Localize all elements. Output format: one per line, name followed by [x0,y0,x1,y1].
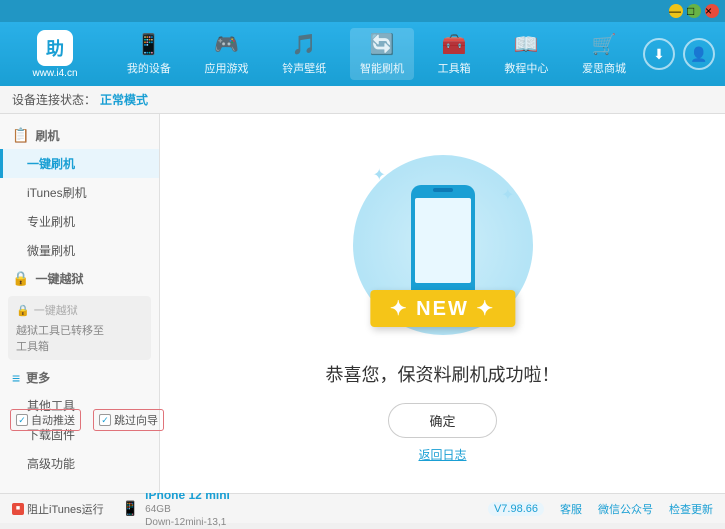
section-icon-more: ≡ [12,370,20,386]
checkbox-box-auto-push: ✓ [16,414,28,426]
circle-background: ✦ ✦ ✦ ✦ NEW ✦ [353,155,533,335]
sidebar-item-pro-flash[interactable]: 专业刷机 [0,207,159,236]
nav-label-store: 爱思商城 [582,60,626,76]
nav-right: ⬇ 👤 [643,38,715,70]
itunes-stop-label: 阻止iTunes运行 [27,501,104,517]
logo-icon: 助 [37,30,73,66]
sidebar-item-itunes-flash[interactable]: iTunes刷机 [0,178,159,207]
wechat-link[interactable]: 微信公众号 [598,501,653,517]
content-area: ✦ ✦ ✦ ✦ NEW ✦ 恭喜您，保资料刷机成功啦！ 确定 返回日志 [160,114,725,493]
check-update-link[interactable]: 检查更新 [669,501,713,517]
nav-item-smart-flash[interactable]: 🔄 智能刷机 [350,28,414,80]
sidebar-item-one-click-flash[interactable]: 一键刷机 [0,149,159,178]
confirm-button[interactable]: 确定 [388,403,496,438]
titlebar: — □ × [0,0,725,22]
status-label: 设备连接状态： [12,91,96,108]
nav-item-apps[interactable]: 🎮 应用游戏 [195,28,259,80]
close-button[interactable]: × [705,4,719,18]
nav-item-store[interactable]: 🛒 爱思商城 [572,28,636,80]
download-button[interactable]: ⬇ [643,38,675,70]
sidebar-item-advanced[interactable]: 高级功能 [0,449,159,478]
support-link[interactable]: 客服 [560,501,582,517]
sidebar: 📋刷机一键刷机iTunes刷机专业刷机微量刷机🔒一键越狱 🔒一键越狱 越狱工具已… [0,114,160,493]
statusbar: 设备连接状态： 正常模式 [0,86,725,114]
sidebar-section-flash: 📋刷机 [0,122,159,149]
nav-label-apps: 应用游戏 [205,60,249,76]
nav-icon-tutorial: 📖 [514,32,539,57]
nav-icon-my-device: 📱 [136,32,161,57]
lock-icon: 🔒 [16,304,30,317]
maximize-button[interactable]: □ [687,4,701,18]
main-layout: 📋刷机一键刷机iTunes刷机专业刷机微量刷机🔒一键越狱 🔒一键越狱 越狱工具已… [0,114,725,493]
device-storage: 64GB [145,503,230,516]
version-badge: V7.98.66 [488,502,544,516]
bottombar: ■ 阻止iTunes运行 📱 iPhone 12 mini 64GB Down-… [0,493,725,523]
sparkle-2: ✦ [501,185,514,205]
nav-icon-ringtone: 🎵 [292,32,317,57]
nav-icon-store: 🛒 [592,32,617,57]
nav-icon-apps: 🎮 [214,32,239,57]
nav-icon-toolbox: 🧰 [442,32,467,57]
status-value: 正常模式 [100,91,148,108]
nav-label-smart-flash: 智能刷机 [360,60,404,76]
logo: 助 www.i4.cn [10,30,100,79]
nav-item-my-device[interactable]: 📱 我的设备 [117,28,181,80]
sidebar-locked-jailbreak: 🔒一键越狱 越狱工具已转移至工具箱 [8,296,151,360]
stop-icon: ■ [12,503,24,515]
nav-item-ringtone[interactable]: 🎵 铃声壁纸 [272,28,336,80]
nav-icon-smart-flash: 🔄 [370,32,395,57]
success-text: 恭喜您，保资料刷机成功啦！ [326,361,560,387]
sparkle-1: ✦ [373,165,386,185]
nav-label-ringtone: 铃声壁纸 [282,60,326,76]
nav-label-toolbox: 工具箱 [438,60,471,76]
nav-label-tutorial: 教程中心 [504,60,548,76]
sidebar-item-micro-flash[interactable]: 微量刷机 [0,236,159,265]
navbar: 助 www.i4.cn 📱 我的设备 🎮 应用游戏 🎵 铃声壁纸 🔄 智能刷机 … [0,22,725,86]
section-icon-flash: 📋 [12,127,29,144]
checkbox-skip-wizard[interactable]: ✓ 跳过向导 [93,409,164,431]
illustration: ✦ ✦ ✦ ✦ NEW ✦ [343,145,543,345]
sidebar-section-more: ≡更多 [0,364,159,391]
nav-label-my-device: 我的设备 [127,60,171,76]
nav-items: 📱 我的设备 🎮 应用游戏 🎵 铃声壁纸 🔄 智能刷机 🧰 工具箱 📖 教程中心… [110,28,643,80]
section-icon-jailbreak: 🔒 [12,270,29,287]
device-icon: 📱 [122,500,139,517]
checkbox-box-skip-wizard: ✓ [99,414,111,426]
bottombar-right: V7.98.66 客服 微信公众号 检查更新 [488,501,713,517]
logo-text: www.i4.cn [32,68,77,79]
sidebar-section-jailbreak: 🔒一键越狱 [0,265,159,292]
user-button[interactable]: 👤 [683,38,715,70]
new-badge: ✦ NEW ✦ [370,290,515,327]
checkbox-auto-push[interactable]: ✓ 自动推送 [10,409,81,431]
back-link[interactable]: 返回日志 [418,446,466,463]
checkbox-label-skip-wizard: 跳过向导 [114,412,158,428]
nav-item-toolbox[interactable]: 🧰 工具箱 [428,28,481,80]
nav-item-tutorial[interactable]: 📖 教程中心 [494,28,558,80]
jailbreak-note: 越狱工具已转移至工具箱 [16,322,143,354]
minimize-button[interactable]: — [669,4,683,18]
checkbox-label-auto-push: 自动推送 [31,412,75,428]
checkbox-row: ✓ 自动推送 ✓ 跳过向导 [10,409,164,431]
itunes-stop[interactable]: ■ 阻止iTunes运行 [12,501,104,517]
